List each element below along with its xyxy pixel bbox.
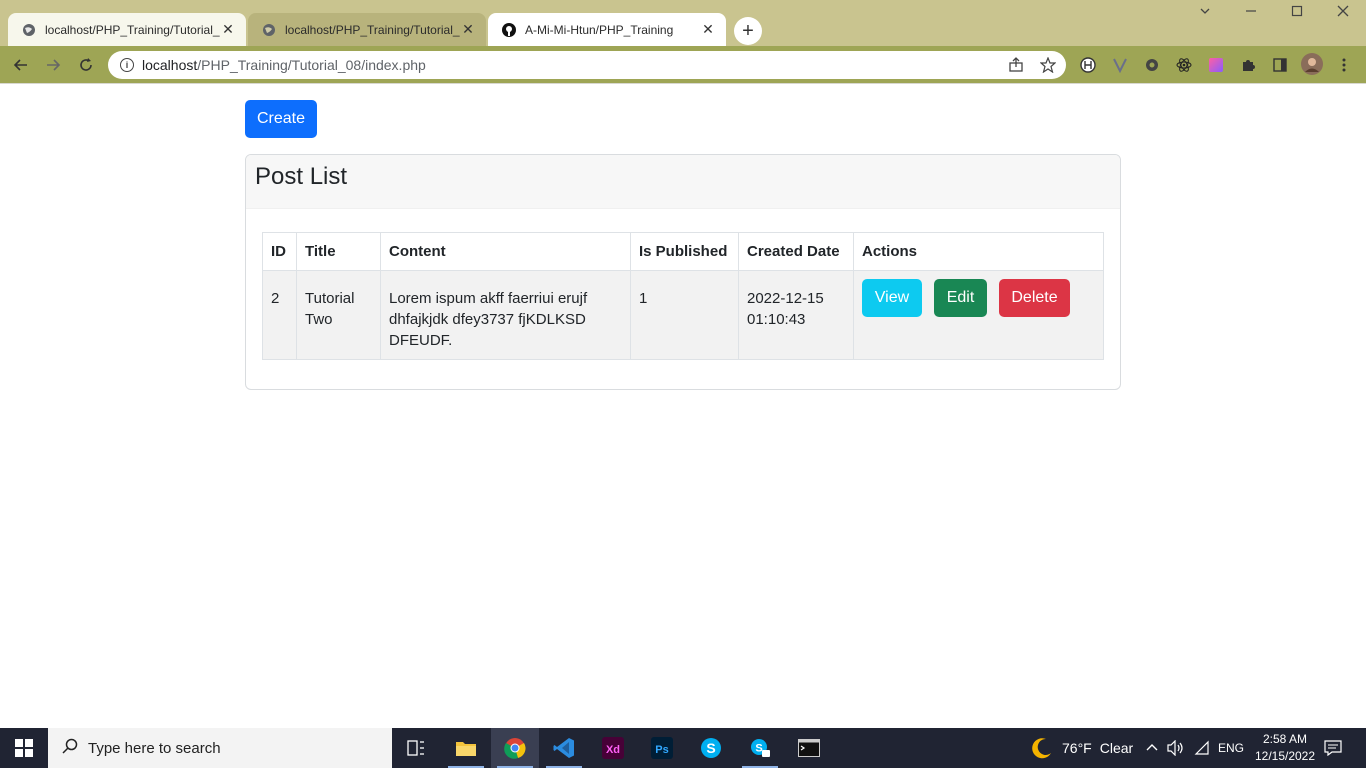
extension-h-icon[interactable] (1078, 55, 1098, 75)
svg-text:Ps: Ps (655, 744, 668, 756)
moon-icon (1030, 736, 1054, 760)
tab-title: localhost/PHP_Training/Tutorial_08/index… (285, 22, 460, 37)
close-icon[interactable]: ✕ (460, 21, 476, 38)
cell-id: 2 (262, 270, 297, 360)
file-explorer-icon[interactable] (442, 728, 490, 768)
weather-widget[interactable]: 76°F Clear (1030, 728, 1133, 768)
weather-temp: 76°F (1062, 740, 1092, 756)
cell-is-published: 1 (630, 270, 739, 360)
cell-title: Tutorial Two (296, 270, 381, 360)
post-table: ID Title Content Is Published Created Da… (262, 232, 1104, 360)
taskbar-search-input[interactable]: Type here to search (48, 728, 392, 768)
column-header-is-published: Is Published (630, 232, 739, 271)
card-header: Post List (246, 155, 1120, 209)
table-header-row: ID Title Content Is Published Created Da… (262, 232, 1104, 271)
window-close-icon[interactable] (1328, 4, 1358, 26)
language-indicator[interactable]: ENG (1218, 728, 1244, 768)
profile-avatar[interactable] (1301, 53, 1323, 75)
column-header-created-date: Created Date (738, 232, 854, 271)
chrome-icon[interactable] (491, 728, 539, 768)
column-header-id: ID (262, 232, 297, 271)
weather-desc: Clear (1099, 740, 1134, 756)
view-button[interactable]: View (862, 279, 922, 317)
maximize-icon[interactable] (1282, 4, 1312, 26)
cell-content: Lorem ispum akff faerriui erujf dhfajkjd… (380, 270, 631, 360)
new-tab-button[interactable]: + (734, 17, 762, 45)
address-bar[interactable]: i localhost/PHP_Training/Tutorial_08/ind… (108, 51, 1066, 79)
search-icon (62, 738, 78, 759)
cell-actions: View Edit Delete (853, 270, 1104, 360)
column-header-title: Title (296, 232, 381, 271)
tab-title: localhost/PHP_Training/Tutorial_08/index… (45, 22, 220, 37)
wifi-icon[interactable] (1194, 728, 1210, 768)
page-title: Post List (255, 163, 348, 190)
close-icon[interactable]: ✕ (700, 21, 716, 38)
extension-v-icon[interactable] (1110, 55, 1130, 75)
skype-business-icon[interactable]: S (736, 728, 784, 768)
extension-gradient-icon[interactable] (1206, 55, 1226, 75)
share-icon[interactable] (1006, 56, 1026, 74)
column-header-content: Content (380, 232, 631, 271)
minimize-icon[interactable] (1236, 4, 1266, 26)
windows-taskbar: Type here to search Xd Ps S S 76°F Clear (0, 728, 1366, 768)
github-icon (502, 22, 516, 37)
browser-tab-2[interactable]: localhost/PHP_Training/Tutorial_08/index… (248, 13, 486, 46)
extension-react-icon[interactable] (1174, 55, 1194, 75)
globe-icon (22, 23, 36, 37)
vscode-icon[interactable] (540, 728, 588, 768)
browser-tab-bar: localhost/PHP_Training/Tutorial_08/index… (0, 0, 1366, 46)
page-content: Create Post List ID Title Content Is Pub… (0, 84, 1366, 728)
forward-arrow-icon[interactable] (42, 54, 64, 76)
chevron-up-icon[interactable] (1145, 728, 1159, 768)
volume-icon[interactable] (1167, 728, 1185, 768)
task-view-icon[interactable] (392, 728, 440, 768)
puzzle-extensions-icon[interactable] (1238, 55, 1258, 75)
side-panel-icon[interactable] (1270, 55, 1290, 75)
delete-button[interactable]: Delete (999, 279, 1070, 317)
browser-toolbar: i localhost/PHP_Training/Tutorial_08/ind… (0, 46, 1366, 84)
extension-gear-icon[interactable] (1142, 55, 1162, 75)
column-header-actions: Actions (853, 232, 1104, 271)
info-icon[interactable]: i (120, 58, 134, 72)
skype-icon[interactable]: S (687, 728, 735, 768)
clock[interactable]: 2:58 AM 12/15/2022 (1250, 731, 1320, 765)
clock-time: 2:58 AM (1262, 732, 1308, 746)
menu-kebab-icon[interactable] (1334, 55, 1354, 75)
browser-tab-1[interactable]: localhost/PHP_Training/Tutorial_08/index… (8, 13, 246, 46)
notification-icon[interactable] (1324, 728, 1342, 768)
table-row: 2 Tutorial Two Lorem ispum akff faerriui… (262, 270, 1104, 360)
back-arrow-icon[interactable] (10, 54, 32, 76)
globe-icon (262, 23, 276, 37)
cell-created-date: 2022-12-15 01:10:43 (738, 270, 854, 360)
create-button[interactable]: Create (245, 100, 317, 138)
url-host: localhost (142, 57, 198, 73)
tab-search-icon[interactable] (1190, 4, 1220, 26)
windows-start-icon[interactable] (0, 728, 48, 768)
search-placeholder: Type here to search (88, 739, 221, 757)
svg-text:Xd: Xd (606, 744, 620, 756)
svg-text:S: S (755, 743, 762, 755)
terminal-icon[interactable] (785, 728, 833, 768)
post-list-card: Post List ID Title Content Is Published … (245, 154, 1121, 390)
adobe-xd-icon[interactable]: Xd (589, 728, 637, 768)
clock-date: 12/15/2022 (1254, 749, 1316, 763)
svg-text:S: S (706, 740, 715, 756)
star-bookmark-icon[interactable] (1038, 56, 1058, 74)
edit-button[interactable]: Edit (934, 279, 987, 317)
photoshop-icon[interactable]: Ps (638, 728, 686, 768)
close-icon[interactable]: ✕ (220, 21, 236, 38)
tab-title: A-Mi-Mi-Htun/PHP_Training (525, 22, 674, 37)
reload-icon[interactable] (75, 54, 97, 76)
url-path: /PHP_Training/Tutorial_08/index.php (197, 57, 426, 73)
browser-tab-3[interactable]: A-Mi-Mi-Htun/PHP_Training ✕ (488, 13, 726, 46)
